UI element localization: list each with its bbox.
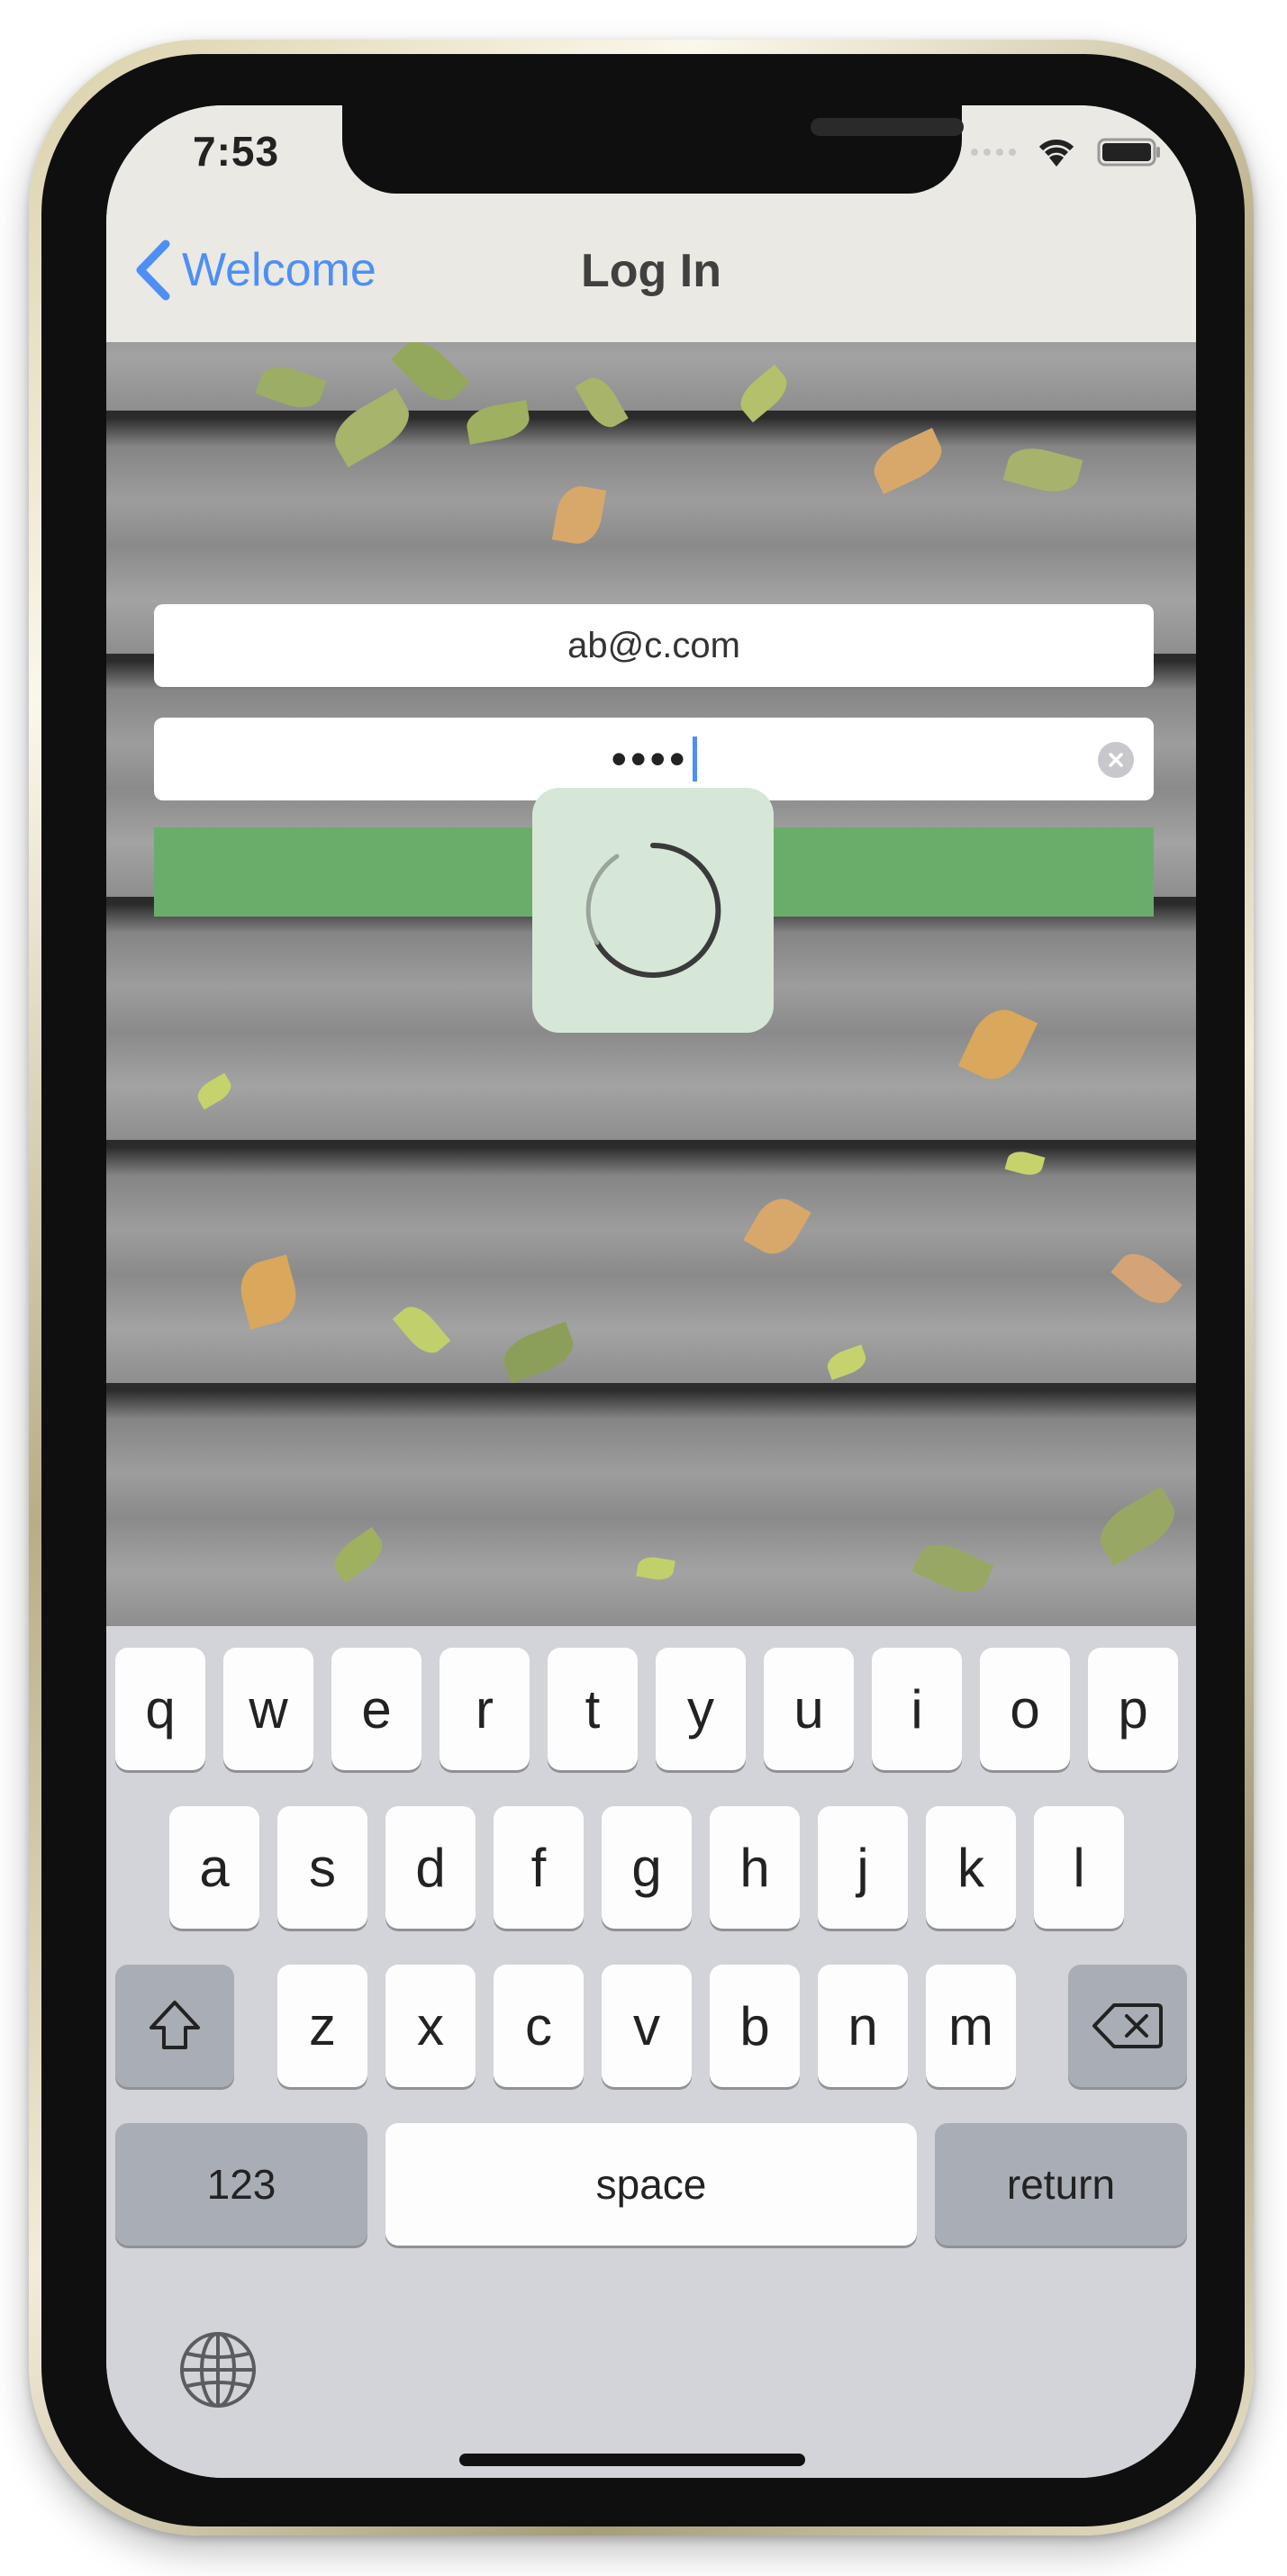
- battery-icon: [1097, 138, 1160, 167]
- key-h[interactable]: h: [710, 1806, 800, 1929]
- signal-icon: [971, 149, 1016, 156]
- key-j[interactable]: j: [818, 1806, 908, 1929]
- password-value: ••••: [611, 734, 689, 784]
- key-d[interactable]: d: [385, 1806, 476, 1929]
- loading-indicator: [532, 788, 774, 1033]
- key-g[interactable]: g: [602, 1806, 692, 1929]
- key-u[interactable]: u: [764, 1648, 854, 1770]
- key-o[interactable]: o: [980, 1648, 1070, 1770]
- text-caret: [692, 737, 697, 782]
- key-a[interactable]: a: [169, 1806, 259, 1929]
- key-z[interactable]: z: [277, 1965, 367, 2087]
- home-indicator[interactable]: [459, 2454, 805, 2466]
- key-s[interactable]: s: [277, 1806, 367, 1929]
- email-value: ab@c.com: [567, 625, 740, 665]
- phone-screen: 7:53 Welcome Log In ab@c.com •••• q w e …: [106, 105, 1196, 2478]
- key-k[interactable]: k: [926, 1806, 1016, 1929]
- wifi-icon: [1038, 139, 1074, 167]
- clear-icon[interactable]: [1098, 742, 1134, 778]
- key-m[interactable]: m: [926, 1965, 1016, 2087]
- space-key[interactable]: space: [385, 2123, 917, 2246]
- key-e[interactable]: e: [331, 1648, 421, 1770]
- delete-key[interactable]: [1068, 1965, 1187, 2087]
- key-b[interactable]: b: [710, 1965, 800, 2087]
- speaker: [811, 118, 964, 136]
- key-c[interactable]: c: [494, 1965, 584, 2087]
- navigation-header: 7:53 Welcome Log In: [106, 105, 1196, 342]
- status-time: 7:53: [193, 128, 280, 175]
- return-key[interactable]: return: [935, 2123, 1187, 2246]
- key-n[interactable]: n: [818, 1965, 908, 2087]
- notch: [342, 105, 964, 194]
- key-v[interactable]: v: [602, 1965, 692, 2087]
- key-r[interactable]: r: [440, 1648, 530, 1770]
- delete-icon: [1092, 2003, 1163, 2048]
- shift-icon: [150, 2001, 200, 2049]
- key-p[interactable]: p: [1088, 1648, 1178, 1770]
- key-i[interactable]: i: [872, 1648, 962, 1770]
- key-w[interactable]: w: [223, 1648, 313, 1770]
- key-l[interactable]: l: [1034, 1806, 1124, 1929]
- shift-key[interactable]: [115, 1965, 234, 2087]
- spinner-icon: [585, 842, 721, 978]
- page-title: Log In: [581, 245, 721, 297]
- email-field[interactable]: ab@c.com: [154, 604, 1154, 687]
- globe-icon[interactable]: [177, 2328, 259, 2411]
- key-q[interactable]: q: [115, 1648, 205, 1770]
- keyboard: q w e r t y u i o p a s d f g h j k l z …: [106, 1626, 1196, 2478]
- key-t[interactable]: t: [548, 1648, 638, 1770]
- key-f[interactable]: f: [494, 1806, 584, 1929]
- key-y[interactable]: y: [656, 1648, 746, 1770]
- numbers-key[interactable]: 123: [115, 2123, 367, 2246]
- key-x[interactable]: x: [385, 1965, 476, 2087]
- status-indicators: [971, 136, 1162, 168]
